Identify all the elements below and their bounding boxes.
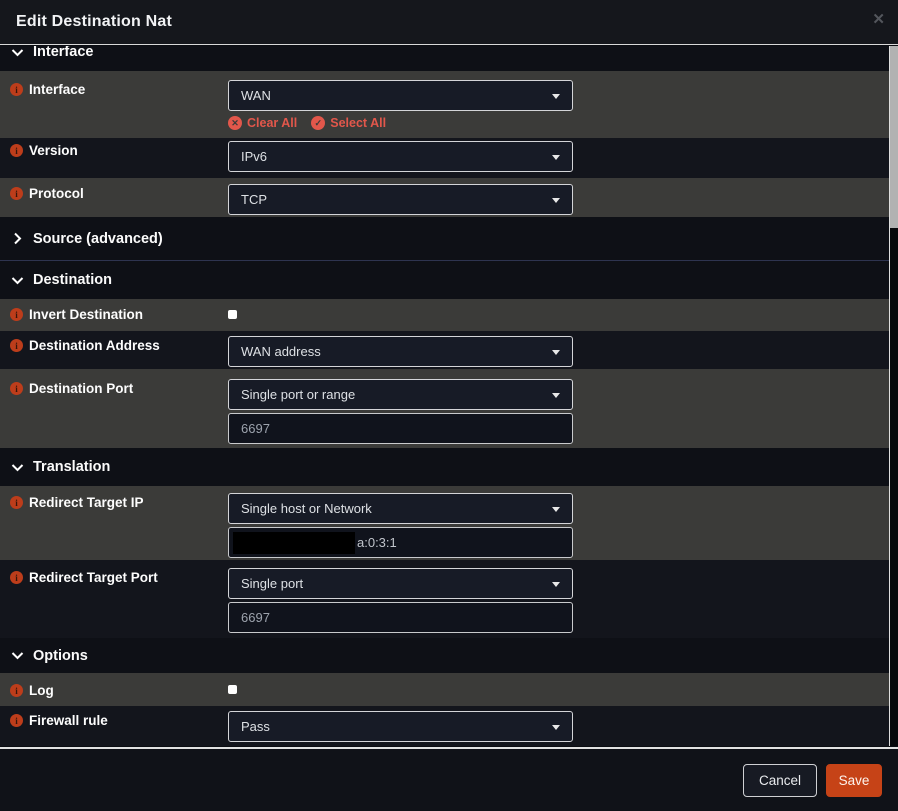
dialog-header: Edit Destination Nat ✕ — [0, 0, 898, 45]
section-title: Options — [33, 648, 88, 664]
chevron-down-icon — [11, 48, 24, 57]
info-icon: i — [10, 714, 23, 727]
redaction-overlay — [233, 532, 355, 554]
invert-destination-checkbox[interactable] — [228, 310, 237, 319]
chevron-down-icon — [552, 725, 560, 730]
field-row-destination-address: i Destination Address WAN address — [0, 331, 889, 369]
section-title: Destination — [33, 272, 112, 288]
field-row-destination-port: i Destination Port Single port or range … — [0, 369, 889, 448]
destination-address-select[interactable]: WAN address — [228, 336, 573, 367]
field-label: Redirect Target IP — [29, 495, 144, 510]
info-icon: i — [10, 308, 23, 321]
save-button[interactable]: Save — [826, 764, 882, 797]
field-label: Destination Address — [29, 338, 160, 353]
section-header-interface[interactable]: Interface — [0, 46, 889, 71]
chevron-down-icon — [11, 651, 24, 660]
field-label: Log — [29, 683, 54, 698]
chevron-right-icon — [11, 232, 24, 245]
field-row-firewall-rule: i Firewall rule Pass — [0, 706, 889, 746]
chevron-down-icon — [11, 463, 24, 472]
protocol-select[interactable]: TCP — [228, 184, 573, 215]
field-row-invert-destination: i Invert Destination — [0, 299, 889, 331]
field-row-version: i Version IPv6 — [0, 138, 889, 178]
info-icon: i — [10, 339, 23, 352]
section-title: Translation — [33, 459, 110, 475]
vertical-scrollbar[interactable] — [889, 46, 898, 746]
log-checkbox[interactable] — [228, 685, 237, 694]
info-icon: i — [10, 684, 23, 697]
chevron-down-icon — [552, 507, 560, 512]
cancel-button[interactable]: Cancel — [743, 764, 817, 797]
field-row-redirect-target-port: i Redirect Target Port Single port 6697 — [0, 560, 889, 638]
field-row-protocol: i Protocol TCP — [0, 178, 889, 217]
clear-all-button[interactable]: ✕ Clear All — [228, 116, 297, 130]
chevron-down-icon — [552, 393, 560, 398]
redirect-target-ip-mode-select[interactable]: Single host or Network — [228, 493, 573, 524]
firewall-rule-select[interactable]: Pass — [228, 711, 573, 742]
chevron-down-icon — [552, 350, 560, 355]
version-select[interactable]: IPv6 — [228, 141, 573, 172]
scrollbar-thumb[interactable] — [890, 46, 898, 228]
chevron-down-icon — [552, 582, 560, 587]
destination-port-input[interactable]: 6697 — [228, 413, 573, 444]
select-all-icon: ✓ — [311, 116, 325, 130]
info-icon: i — [10, 571, 23, 584]
info-icon: i — [10, 187, 23, 200]
section-header-options[interactable]: Options — [0, 638, 889, 673]
info-icon: i — [10, 382, 23, 395]
field-row-interface: i Interface WAN ✕ Clear All ✓ Select All — [0, 71, 889, 138]
info-icon: i — [10, 144, 23, 157]
field-label: Invert Destination — [29, 307, 143, 322]
dialog-body: Interface i Interface WAN ✕ Clear All — [0, 46, 889, 746]
section-title: Interface — [33, 46, 93, 60]
field-row-redirect-target-ip: i Redirect Target IP Single host or Netw… — [0, 486, 889, 560]
info-icon: i — [10, 496, 23, 509]
section-header-translation[interactable]: Translation — [0, 448, 889, 486]
clear-all-icon: ✕ — [228, 116, 242, 130]
chevron-down-icon — [552, 94, 560, 99]
section-header-source[interactable]: Source (advanced) — [0, 217, 889, 261]
section-title: Source (advanced) — [33, 231, 163, 247]
destination-port-mode-select[interactable]: Single port or range — [228, 379, 573, 410]
field-label: Interface — [29, 82, 85, 97]
field-row-log: i Log — [0, 673, 889, 706]
field-label: Redirect Target Port — [29, 570, 158, 585]
close-icon[interactable]: ✕ — [872, 12, 885, 27]
redirect-target-port-input[interactable]: 6697 — [228, 602, 573, 633]
chevron-down-icon — [552, 198, 560, 203]
edit-destination-nat-dialog: Edit Destination Nat ✕ Interface i Inter… — [0, 0, 898, 811]
field-label: Protocol — [29, 186, 84, 201]
redirect-target-ip-input[interactable]: a:0:3:1 — [228, 527, 573, 558]
section-header-destination[interactable]: Destination — [0, 261, 889, 299]
redirect-target-port-mode-select[interactable]: Single port — [228, 568, 573, 599]
interface-select[interactable]: WAN — [228, 80, 573, 111]
chevron-down-icon — [11, 276, 24, 285]
field-label: Destination Port — [29, 381, 133, 396]
field-label: Version — [29, 143, 78, 158]
select-all-button[interactable]: ✓ Select All — [311, 116, 386, 130]
dialog-footer: Cancel Save — [0, 747, 898, 811]
field-label: Firewall rule — [29, 713, 108, 728]
info-icon: i — [10, 83, 23, 96]
dialog-title: Edit Destination Nat — [0, 13, 172, 31]
chevron-down-icon — [552, 155, 560, 160]
